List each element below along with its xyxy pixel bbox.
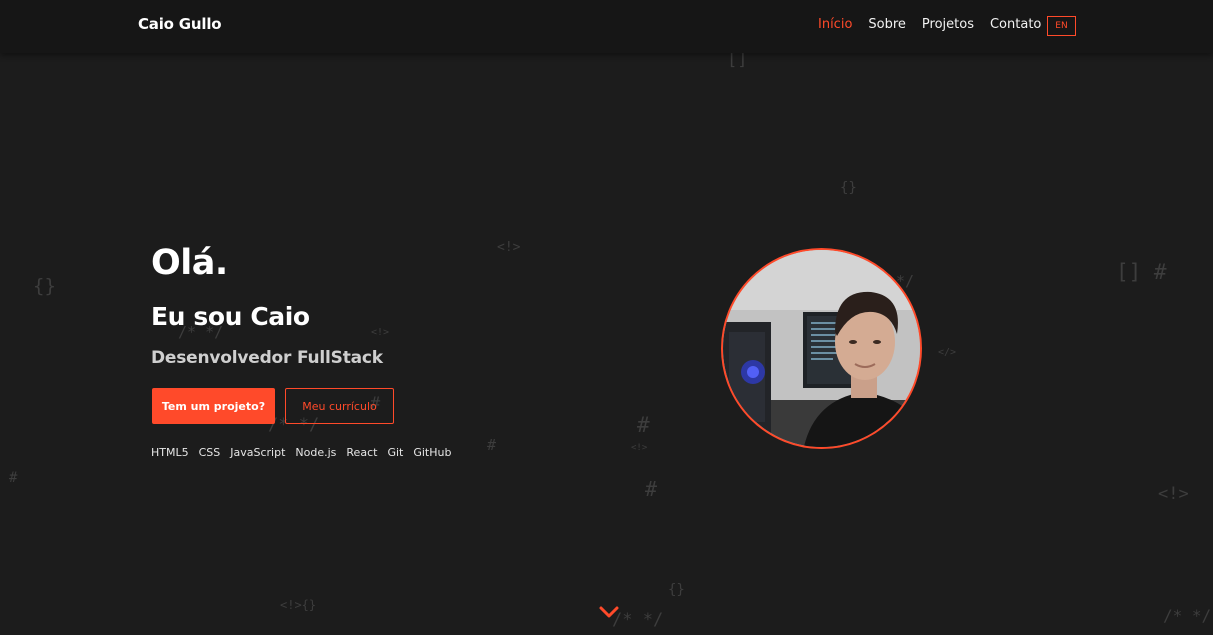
nav-item-contato[interactable]: Contato <box>990 17 1041 32</box>
hero-intro: Eu sou Caio <box>151 302 310 331</box>
top-navbar: Caio Gullo Início Sobre Projetos Contato… <box>0 0 1213 53</box>
page: Caio Gullo Início Sobre Projetos Contato… <box>0 0 1213 635</box>
resume-button[interactable]: Meu currículo <box>285 388 394 424</box>
nav-item-inicio[interactable]: Início <box>818 17 852 32</box>
bg-symbol: # <box>9 470 18 486</box>
bg-symbol: [] # <box>1116 260 1167 284</box>
skill-item: GitHub <box>413 446 452 459</box>
bg-symbol: # <box>645 477 658 501</box>
nav-item-sobre[interactable]: Sobre <box>868 17 906 32</box>
brand-logo[interactable]: Caio Gullo <box>138 15 222 33</box>
skill-item: HTML5 <box>151 446 189 459</box>
profile-photo-illustration <box>723 250 920 447</box>
skill-item: Node.js <box>295 446 337 459</box>
skills-list: HTML5 CSS JavaScript Node.js React Git G… <box>151 446 461 459</box>
skill-item: React <box>346 446 378 459</box>
skill-item: JavaScript <box>230 446 286 459</box>
bg-symbol: <!>{} <box>280 598 317 612</box>
profile-photo <box>721 248 922 449</box>
language-toggle-button[interactable]: EN <box>1047 16 1076 36</box>
bg-symbol: {} <box>33 275 56 297</box>
scroll-down-button[interactable] <box>598 604 620 620</box>
bg-symbol: <!> <box>371 327 390 338</box>
bg-symbol: {} <box>668 582 685 598</box>
bg-symbol: <!> <box>1158 484 1189 504</box>
hero-role: Desenvolvedor FullStack <box>151 348 383 368</box>
bg-symbol: [] <box>727 50 748 70</box>
chevron-down-icon <box>599 606 619 618</box>
bg-symbol: </> <box>938 347 957 358</box>
bg-symbol: # <box>487 436 497 454</box>
bg-symbol: /* */ <box>1163 606 1212 625</box>
nav-item-projetos[interactable]: Projetos <box>922 17 974 32</box>
bg-symbol: <!> <box>497 240 521 255</box>
bg-symbol: <!> <box>631 443 648 453</box>
hero-greeting: Olá. <box>151 243 228 283</box>
bg-symbol: # <box>637 413 650 437</box>
bg-symbol: {} <box>840 180 857 196</box>
skill-item: Git <box>387 446 404 459</box>
main-nav: Início Sobre Projetos Contato <box>818 17 1057 32</box>
skill-item: CSS <box>198 446 221 459</box>
project-cta-button[interactable]: Tem um projeto? <box>152 388 275 424</box>
